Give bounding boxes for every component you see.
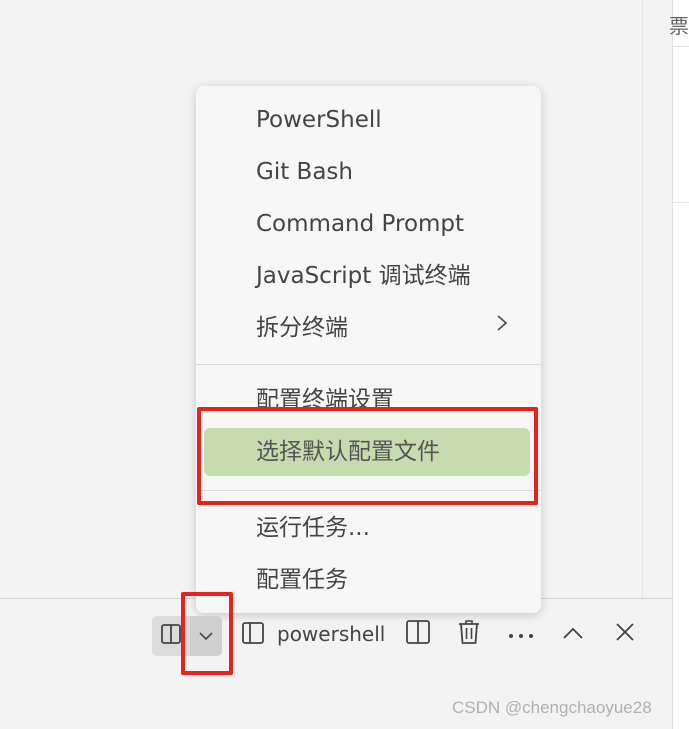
split-view-icon — [405, 619, 431, 649]
terminal-dropdown-menu: PowerShell Git Bash Command Prompt JavaS… — [196, 86, 541, 613]
menu-item-split-terminal[interactable]: 拆分终端 — [196, 304, 541, 352]
terminal-name-label[interactable]: powershell — [277, 622, 385, 646]
menu-item-powershell[interactable]: PowerShell — [196, 96, 541, 144]
terminal-tab-icon — [240, 620, 266, 650]
more-actions-button[interactable] — [505, 619, 537, 649]
close-icon — [615, 622, 635, 646]
chevron-right-icon — [495, 304, 509, 352]
menu-item-split-terminal-label: 拆分终端 — [256, 315, 348, 341]
right-edge-text: 票 — [669, 14, 689, 38]
split-layout-icon — [160, 623, 182, 649]
maximize-panel-button[interactable] — [558, 619, 588, 649]
menu-item-configure-tasks[interactable]: 配置任务 — [196, 556, 541, 604]
split-view-button[interactable] — [403, 619, 433, 649]
right-panel — [672, 0, 689, 729]
menu-separator — [196, 364, 541, 365]
split-terminal-icon — [241, 621, 265, 649]
annotation-box-dropdown — [181, 592, 233, 675]
editor-divider — [642, 0, 643, 598]
menu-item-command-prompt[interactable]: Command Prompt — [196, 200, 541, 248]
kill-terminal-button[interactable] — [454, 619, 484, 649]
close-panel-button[interactable] — [610, 619, 640, 649]
menu-item-git-bash[interactable]: Git Bash — [196, 148, 541, 196]
chevron-up-icon — [562, 625, 584, 644]
more-icon — [507, 625, 535, 644]
annotation-box-menu — [197, 407, 538, 505]
menu-item-run-task[interactable]: 运行任务... — [196, 504, 541, 552]
watermark: CSDN @chengchaoyue28 — [452, 698, 652, 717]
trash-icon — [457, 619, 481, 649]
menu-item-javascript-debug-terminal[interactable]: JavaScript 调试终端 — [196, 252, 541, 300]
right-panel-strip — [673, 46, 689, 203]
